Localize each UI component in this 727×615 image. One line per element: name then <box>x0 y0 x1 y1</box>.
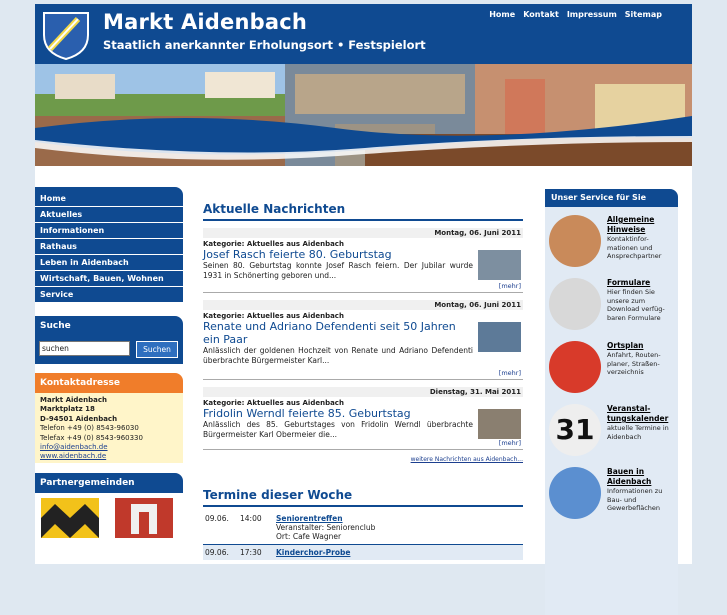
event-time: 17:30 <box>240 548 262 557</box>
news-text: Anlässlich des 85. Geburtstages von Frid… <box>203 420 473 439</box>
news-title-link[interactable]: Fridolin Werndl feierte 85. Geburtstag <box>203 407 468 420</box>
event-title-link[interactable]: Kinderchor-Probe <box>276 548 350 557</box>
menu-item-home[interactable]: Home <box>35 191 183 207</box>
right-column: Unser Service für Sie Allgemeine Hinweis… <box>545 189 678 615</box>
search-button[interactable]: Suchen <box>136 341 178 358</box>
menu-item-informationen[interactable]: Informationen <box>35 223 183 239</box>
contact-web-link[interactable]: www.aidenbach.de <box>40 452 106 460</box>
main-content: Aktuelle Nachrichten Montag, 06. Juni 20… <box>203 187 523 560</box>
service-item-ortsplan[interactable]: Ortsplan Anfahrt, Routen-planer, Straßen… <box>545 341 678 404</box>
contact-line: Telefon +49 (0) 8543-96030 <box>40 424 139 433</box>
service-item-desc: aktuelle Termine in Aidenbach <box>607 424 669 441</box>
calendar-icon[interactable]: 31 <box>549 404 601 456</box>
search-input[interactable] <box>39 341 130 356</box>
event-date: 09.06. <box>205 514 229 523</box>
event-title-link[interactable]: Seniorentreffen <box>276 514 375 523</box>
contact-line: Markt Aidenbach <box>40 396 108 404</box>
menu-item-wirtschaft[interactable]: Wirtschaft, Bauen, Wohnen <box>35 271 183 287</box>
form-icon[interactable] <box>549 278 601 330</box>
contact-email-link[interactable]: info@aidenbach.de <box>40 443 108 451</box>
coat-of-arms-logo[interactable] <box>38 7 94 61</box>
news-category: Kategorie: Aktuelles aus Aidenbach <box>203 312 344 320</box>
service-item-veranstaltungen[interactable]: 31 Veranstal-tungskalender aktuelle Term… <box>545 404 678 467</box>
map-icon[interactable] <box>549 341 601 393</box>
main-menu: Home Aktuelles Informationen Rathaus Leb… <box>35 187 183 302</box>
event-time: 14:00 <box>240 514 262 523</box>
news-date: Dienstag, 31. Mai 2011 <box>203 387 523 397</box>
event-row: 09.06. 17:30 Kinderchor-Probe <box>203 544 523 560</box>
service-item-desc: Kontaktinfor-mationen und Ansprechpartne… <box>607 235 662 260</box>
service-item-title[interactable]: Bauen in Aidenbach <box>607 467 678 487</box>
service-item-bauen[interactable]: Bauen in Aidenbach Informationen zu Bau-… <box>545 467 678 530</box>
top-navigation: Home Kontakt Impressum Sitemap <box>489 10 662 19</box>
service-item-formulare[interactable]: Formulare Hier finden Sie unsere zum Dow… <box>545 278 678 341</box>
topnav-home[interactable]: Home <box>489 10 515 19</box>
topnav-sitemap[interactable]: Sitemap <box>625 10 662 19</box>
news-photo[interactable] <box>478 322 521 352</box>
news-more-link[interactable]: [mehr] <box>499 439 521 447</box>
service-item-title[interactable]: Formulare <box>607 278 678 288</box>
event-details: Seniorentreffen Veranstalter: Seniorencl… <box>276 514 375 541</box>
topnav-impressum[interactable]: Impressum <box>567 10 617 19</box>
contact-line: Marktplatz 18 <box>40 405 95 414</box>
news-date: Montag, 06. Juni 2011 <box>203 228 523 238</box>
news-title-link[interactable]: Renate und Adriano Defendenti seit 50 Ja… <box>203 320 468 346</box>
menu-item-service[interactable]: Service <box>35 287 183 302</box>
service-item-hinweise[interactable]: Allgemeine Hinweise Kontaktinfor-matione… <box>545 215 678 278</box>
events-section-title: Termine dieser Woche <box>203 488 523 507</box>
news-section-title: Aktuelle Nachrichten <box>203 202 523 221</box>
search-title: Suche <box>40 321 71 331</box>
building-icon[interactable] <box>549 215 601 267</box>
more-news-link[interactable]: weitere Nachrichten aus Aidenbach... <box>203 456 523 463</box>
partner-title: Partnergemeinden <box>35 473 183 493</box>
news-category: Kategorie: Aktuelles aus Aidenbach <box>203 240 344 248</box>
news-more-link[interactable]: [mehr] <box>499 369 521 377</box>
page-frame: Markt Aidenbach Staatlich anerkannter Er… <box>35 4 692 615</box>
news-category: Kategorie: Aktuelles aus Aidenbach <box>203 399 344 407</box>
menu-item-leben[interactable]: Leben in Aidenbach <box>35 255 183 271</box>
event-place: Ort: Cafe Wagner <box>276 532 342 541</box>
news-date: Montag, 06. Juni 2011 <box>203 300 523 310</box>
contact-line: Telefax +49 (0) 8543-960330 <box>40 433 143 442</box>
header-banner-image <box>35 64 692 166</box>
news-item: Dienstag, 31. Mai 2011 Kategorie: Aktuel… <box>203 387 523 450</box>
left-column: Home Aktuelles Informationen Rathaus Leb… <box>35 187 183 538</box>
partner-crest-icon[interactable] <box>115 498 173 538</box>
site-subtitle: Staatlich anerkannter Erholungsort • Fes… <box>103 38 426 52</box>
event-date: 09.06. <box>205 548 229 557</box>
house-icon[interactable] <box>549 467 601 519</box>
news-photo[interactable] <box>478 409 521 439</box>
service-item-title[interactable]: Allgemeine Hinweise <box>607 215 678 235</box>
search-box: Suche Suchen <box>35 316 183 364</box>
topnav-kontakt[interactable]: Kontakt <box>523 10 559 19</box>
service-item-desc: Informationen zu Bau- und Gewerbeflächen <box>607 487 663 512</box>
news-title-link[interactable]: Josef Rasch feierte 80. Geburtstag <box>203 248 468 261</box>
news-text: Seinen 80. Geburtstag konnte Josef Rasch… <box>203 261 473 280</box>
news-item: Montag, 06. Juni 2011 Kategorie: Aktuell… <box>203 300 523 380</box>
service-title: Unser Service für Sie <box>545 189 678 207</box>
event-organizer: Veranstalter: Seniorenclub <box>276 523 376 532</box>
service-item-title[interactable]: Ortsplan <box>607 341 678 351</box>
partner-crests <box>35 493 183 538</box>
menu-item-aktuelles[interactable]: Aktuelles <box>35 207 183 223</box>
service-item-title[interactable]: Veranstal-tungskalender <box>607 404 678 424</box>
contact-title: Kontaktadresse <box>35 373 183 393</box>
contact-line: D-94501 Aidenbach <box>40 414 118 423</box>
service-item-desc: Anfahrt, Routen-planer, Straßen-verzeich… <box>607 351 661 376</box>
partner-crest-icon[interactable] <box>41 498 99 538</box>
menu-item-rathaus[interactable]: Rathaus <box>35 239 183 255</box>
news-more-link[interactable]: [mehr] <box>499 282 521 290</box>
event-row: 09.06. 14:00 Seniorentreffen Veranstalte… <box>203 511 523 544</box>
site-header: Markt Aidenbach Staatlich anerkannter Er… <box>35 4 692 64</box>
news-photo[interactable] <box>478 250 521 280</box>
service-item-desc: Hier finden Sie unsere zum Download verf… <box>607 288 665 322</box>
site-title: Markt Aidenbach <box>103 10 308 34</box>
news-item: Montag, 06. Juni 2011 Kategorie: Aktuell… <box>203 228 523 293</box>
contact-address: Markt Aidenbach Marktplatz 18 D-94501 Ai… <box>35 393 183 463</box>
service-list: Allgemeine Hinweise Kontaktinfor-matione… <box>545 207 678 615</box>
news-text: Anlässlich der goldenen Hochzeit von Ren… <box>203 346 473 365</box>
